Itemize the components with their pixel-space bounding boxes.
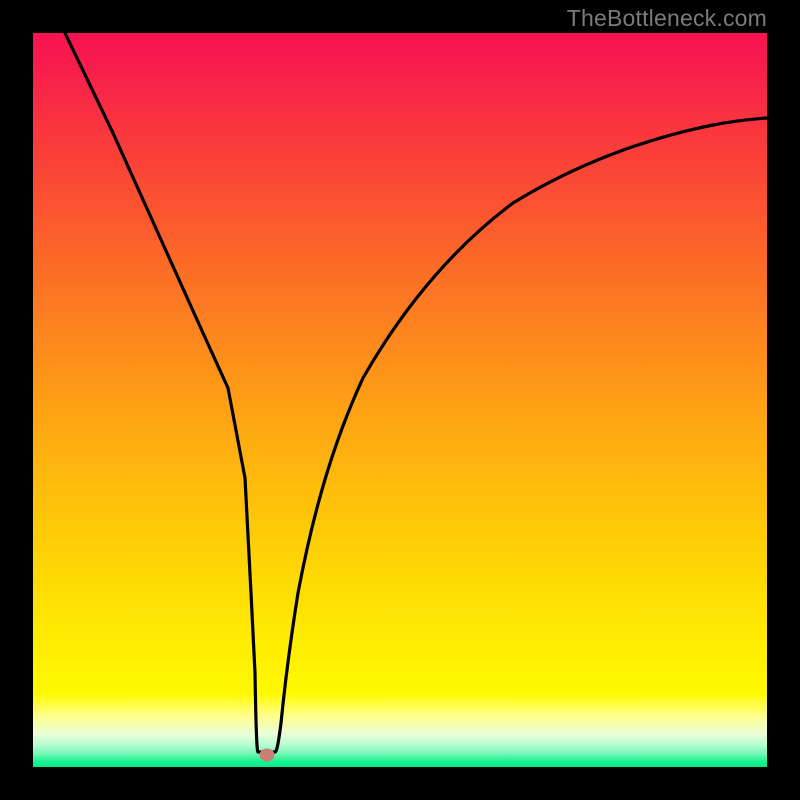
watermark-text: TheBottleneck.com bbox=[567, 5, 767, 32]
plot-area bbox=[33, 33, 767, 767]
chart-frame: TheBottleneck.com bbox=[0, 0, 800, 800]
bottleneck-curve bbox=[33, 33, 767, 767]
curve-path bbox=[65, 33, 767, 752]
minimum-dot bbox=[260, 749, 275, 762]
